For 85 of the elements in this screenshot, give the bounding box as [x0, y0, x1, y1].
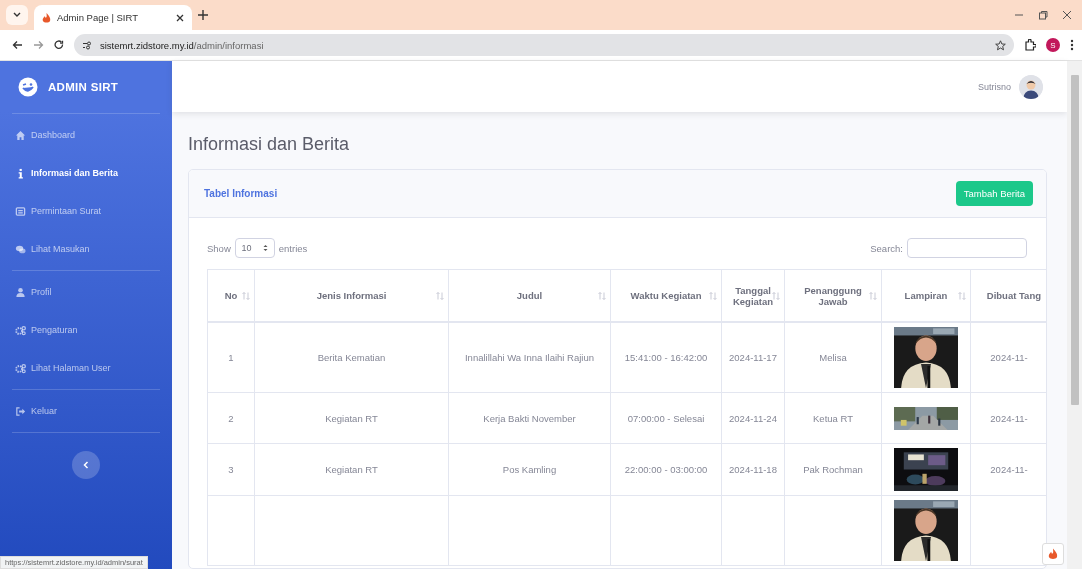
column-header[interactable]: Judul	[448, 269, 611, 322]
table-cell: 15:41:00 - 16:42:00	[610, 322, 722, 393]
table-cell: Kegiatan RT	[254, 392, 449, 444]
sort-icon[interactable]	[958, 291, 966, 300]
gears-icon	[15, 362, 26, 374]
column-header[interactable]: Tanggal Kegiatan	[721, 269, 785, 322]
sort-icon[interactable]	[869, 291, 877, 300]
flame-icon	[42, 12, 51, 23]
star-icon[interactable]	[995, 39, 1006, 51]
sidebar-item[interactable]: Keluar	[12, 392, 160, 430]
winking-smiley-icon	[18, 77, 38, 97]
reload-icon[interactable]	[54, 40, 64, 50]
column-header[interactable]: Jenis Informasi	[254, 269, 449, 322]
column-header[interactable]: Lampiran	[881, 269, 971, 322]
chat-icon	[15, 243, 26, 255]
collapse-sidebar-button[interactable]	[72, 451, 100, 479]
back-icon[interactable]	[12, 40, 23, 50]
table-cell: Ketua RT	[784, 392, 882, 444]
sort-icon[interactable]	[709, 291, 717, 300]
chevron-down-icon	[13, 12, 21, 18]
table-cell: 2024-11-18	[721, 443, 785, 496]
scrollbar-thumb[interactable]	[1070, 75, 1079, 405]
close-icon[interactable]	[176, 13, 184, 22]
table-cell: Melisa	[784, 322, 882, 393]
column-header[interactable]: Penanggung Jawab	[784, 269, 882, 322]
sort-icon[interactable]	[772, 291, 780, 300]
address-bar[interactable]: sistemrt.zidstore.my.id/admin/informasi	[74, 34, 1014, 56]
menu-icon[interactable]	[1070, 39, 1074, 51]
home-icon	[15, 129, 26, 141]
tab-title: Admin Page | SIRT	[57, 12, 139, 23]
tab-list-button[interactable]	[6, 5, 28, 25]
flame-icon	[1048, 548, 1058, 560]
table-cell: Berita Kematian	[254, 322, 449, 393]
table-cell: Kerja Bakti November	[448, 392, 611, 444]
table-cell: 2	[207, 392, 255, 444]
table-cell: 2024-11-24	[721, 392, 785, 444]
table-cell: Innalillahi Wa Inna Ilaihi Rajiun	[448, 322, 611, 393]
user-name[interactable]: Sutrisno	[977, 81, 1011, 92]
sidebar-item[interactable]: Lihat Masukan	[12, 230, 160, 268]
table-cell: 22:00:00 - 03:00:00	[610, 443, 722, 496]
entries-label: entries	[278, 242, 308, 254]
sidebar-item[interactable]: Informasi dan Berita	[12, 154, 160, 192]
sidebar-item[interactable]: Profil	[12, 273, 160, 311]
sidebar-item[interactable]: Pengaturan	[12, 311, 160, 349]
brand-name[interactable]: ADMIN SIRT	[48, 81, 119, 93]
site-settings-icon[interactable]	[82, 40, 92, 50]
page-title: Informasi dan Berita	[188, 134, 351, 155]
url-path: /admin/informasi	[193, 39, 264, 51]
browser-tab[interactable]: Admin Page | SIRT	[34, 5, 192, 30]
sidebar-item[interactable]: Dashboard	[12, 116, 160, 154]
table-cell: Kegiatan RT	[254, 443, 449, 496]
puzzle-icon[interactable]	[1024, 39, 1036, 51]
sidebar-item[interactable]: Permintaan Surat	[12, 192, 160, 230]
user-icon	[15, 286, 26, 298]
show-label: Show	[207, 242, 231, 254]
column-header[interactable]: Dibuat Tang	[970, 269, 1046, 322]
url-host: sistemrt.zidstore.my.id	[100, 39, 194, 51]
restore-icon[interactable]	[1038, 10, 1048, 20]
card-title: Tabel Informasi	[204, 188, 278, 199]
document-icon	[15, 205, 26, 217]
search-label: Search:	[870, 242, 903, 254]
sort-icon[interactable]	[436, 291, 444, 300]
close-icon[interactable]	[1062, 10, 1072, 20]
table-cell: 3	[207, 443, 255, 496]
sort-icon[interactable]	[242, 291, 250, 300]
chevron-left-icon	[83, 461, 89, 469]
search-field[interactable]	[907, 238, 1027, 258]
table-cell: 07:00:00 - Selesai	[610, 392, 722, 444]
new-tab-button[interactable]	[198, 10, 208, 20]
page-size-select[interactable]: 10	[234, 238, 275, 258]
updown-icon	[263, 244, 268, 252]
plus-icon	[198, 10, 208, 20]
profile-avatar[interactable]: S	[1046, 38, 1060, 52]
table-cell: Pos Kamling	[448, 443, 611, 496]
column-header[interactable]: Waktu Kegiatan	[610, 269, 722, 322]
table-cell: Pak Rochman	[784, 443, 882, 496]
flame-button[interactable]	[1042, 543, 1064, 565]
gears-icon	[15, 324, 26, 336]
forward-icon[interactable]	[33, 40, 44, 50]
column-header[interactable]: No	[207, 269, 255, 322]
sidebar-item[interactable]: Lihat Halaman User	[12, 349, 160, 387]
logout-icon	[15, 405, 26, 417]
table-cell: 2024-11-17	[721, 322, 785, 393]
table-cell: 1	[207, 322, 255, 393]
sort-icon[interactable]	[598, 291, 606, 300]
